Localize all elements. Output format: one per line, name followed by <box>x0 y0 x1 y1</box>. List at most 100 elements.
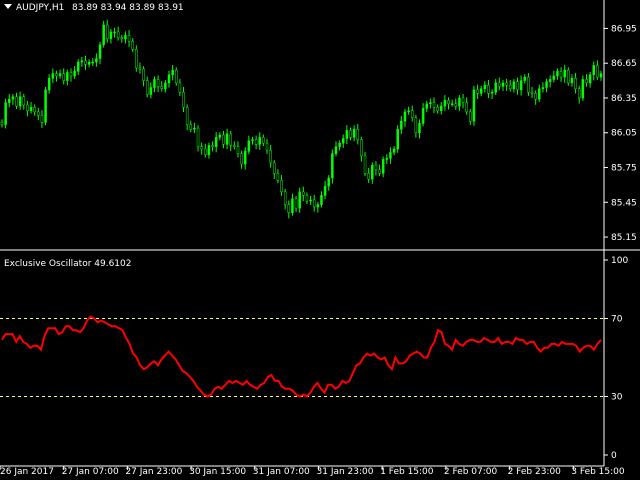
candle-body <box>552 75 556 80</box>
candle-body <box>287 204 291 213</box>
candle-body <box>461 97 465 103</box>
candle-body <box>73 71 76 77</box>
candle-body <box>454 103 458 107</box>
candle-body <box>548 79 552 82</box>
candle-body <box>116 31 120 38</box>
candle-body <box>182 91 185 108</box>
candle-body <box>432 102 436 108</box>
candle-body <box>22 96 26 106</box>
price-tick-label: 86.05 <box>611 129 637 139</box>
oscillator-tick-label: 30 <box>611 393 623 403</box>
candle-body <box>149 87 153 95</box>
candle-body <box>505 82 508 86</box>
candle-body <box>145 80 149 95</box>
candle-body <box>124 35 127 40</box>
candle-body <box>138 67 142 70</box>
price-tick-label: 85.15 <box>611 233 637 243</box>
candle-body <box>243 151 247 165</box>
candle-body <box>341 138 345 144</box>
candle-body <box>283 191 287 205</box>
candle-body <box>156 79 160 87</box>
price-candles <box>0 19 603 219</box>
candle-body <box>570 78 574 84</box>
candle-body <box>490 91 494 94</box>
candle-body <box>472 89 476 122</box>
time-axis: 26 Jan 2017 27 Jan 07:00 27 Jan 23:00 30 Ja… <box>0 466 625 477</box>
candle-body <box>29 106 33 111</box>
candle-body <box>251 139 254 142</box>
oscillator-title: Exclusive Oscillator 49.6102 <box>4 259 131 269</box>
price-tick-label: 86.95 <box>611 24 637 34</box>
candle-body <box>487 84 490 94</box>
oscillator-axis: 100 70 30 0 <box>604 256 628 461</box>
candle-body <box>436 106 439 111</box>
candle-body <box>320 195 323 205</box>
candle-body <box>91 61 95 64</box>
candle-body <box>171 69 174 76</box>
candle-body <box>516 81 519 91</box>
candle-body <box>204 148 207 156</box>
candle-body <box>211 145 214 147</box>
candle-body <box>556 71 559 77</box>
candle-body <box>483 84 487 89</box>
candle-body <box>0 122 4 125</box>
candle-body <box>80 60 84 63</box>
candle-body <box>207 145 211 156</box>
candle-body <box>400 120 403 130</box>
candle-body <box>120 37 124 40</box>
candle-body <box>523 76 527 81</box>
candle-body <box>338 142 341 147</box>
candle-body <box>102 24 105 45</box>
candle-body <box>175 69 178 84</box>
triangle-down-icon[interactable] <box>4 4 12 9</box>
candle-body <box>494 82 497 93</box>
candle-body <box>334 146 338 154</box>
candle-body <box>44 89 47 123</box>
candle-body <box>18 96 22 107</box>
candle-body <box>178 82 182 93</box>
candle-body <box>269 149 272 164</box>
candle-body <box>225 133 229 145</box>
candle-body <box>185 106 189 125</box>
candle-body <box>403 111 407 122</box>
candle-body <box>563 69 566 78</box>
candle-body <box>135 49 138 69</box>
candle-body <box>371 164 374 180</box>
candle-body <box>410 110 414 118</box>
candle-body <box>447 100 450 105</box>
candle-body <box>254 139 258 145</box>
price-axis: 86.95 86.65 86.35 86.05 85.75 85.45 85.15 <box>604 24 637 243</box>
candle-body <box>458 97 461 107</box>
candle-body <box>392 148 396 153</box>
candle-body <box>113 31 116 34</box>
candle-body <box>262 137 265 144</box>
candle-body <box>577 88 581 99</box>
candle-body <box>367 173 370 180</box>
candle-body <box>323 185 327 196</box>
time-tick-label: 27 Jan 07:00 <box>62 467 119 477</box>
time-tick-label: 26 Jan 2017 <box>0 467 54 477</box>
candle-body <box>363 155 367 174</box>
candle-body <box>33 106 36 113</box>
candle-body <box>109 31 113 40</box>
candle-body <box>418 123 421 133</box>
candle-body <box>356 129 360 140</box>
candle-body <box>345 130 349 139</box>
candle-body <box>443 100 447 107</box>
candle-body <box>258 137 262 145</box>
candle-body <box>4 102 7 125</box>
candle-body <box>276 173 280 181</box>
candle-body <box>37 111 40 116</box>
candle-body <box>280 180 283 193</box>
candle-body <box>312 199 316 208</box>
candle-body <box>200 146 203 150</box>
candle-body <box>519 80 523 91</box>
candle-body <box>15 96 18 107</box>
candle-body <box>309 199 312 202</box>
candle-body <box>396 129 399 150</box>
candle-body <box>316 204 320 208</box>
candle-body <box>62 73 65 81</box>
candle-body <box>440 105 443 111</box>
time-tick-label: 2 Feb 23:00 <box>508 467 562 477</box>
candle-body <box>541 87 545 89</box>
